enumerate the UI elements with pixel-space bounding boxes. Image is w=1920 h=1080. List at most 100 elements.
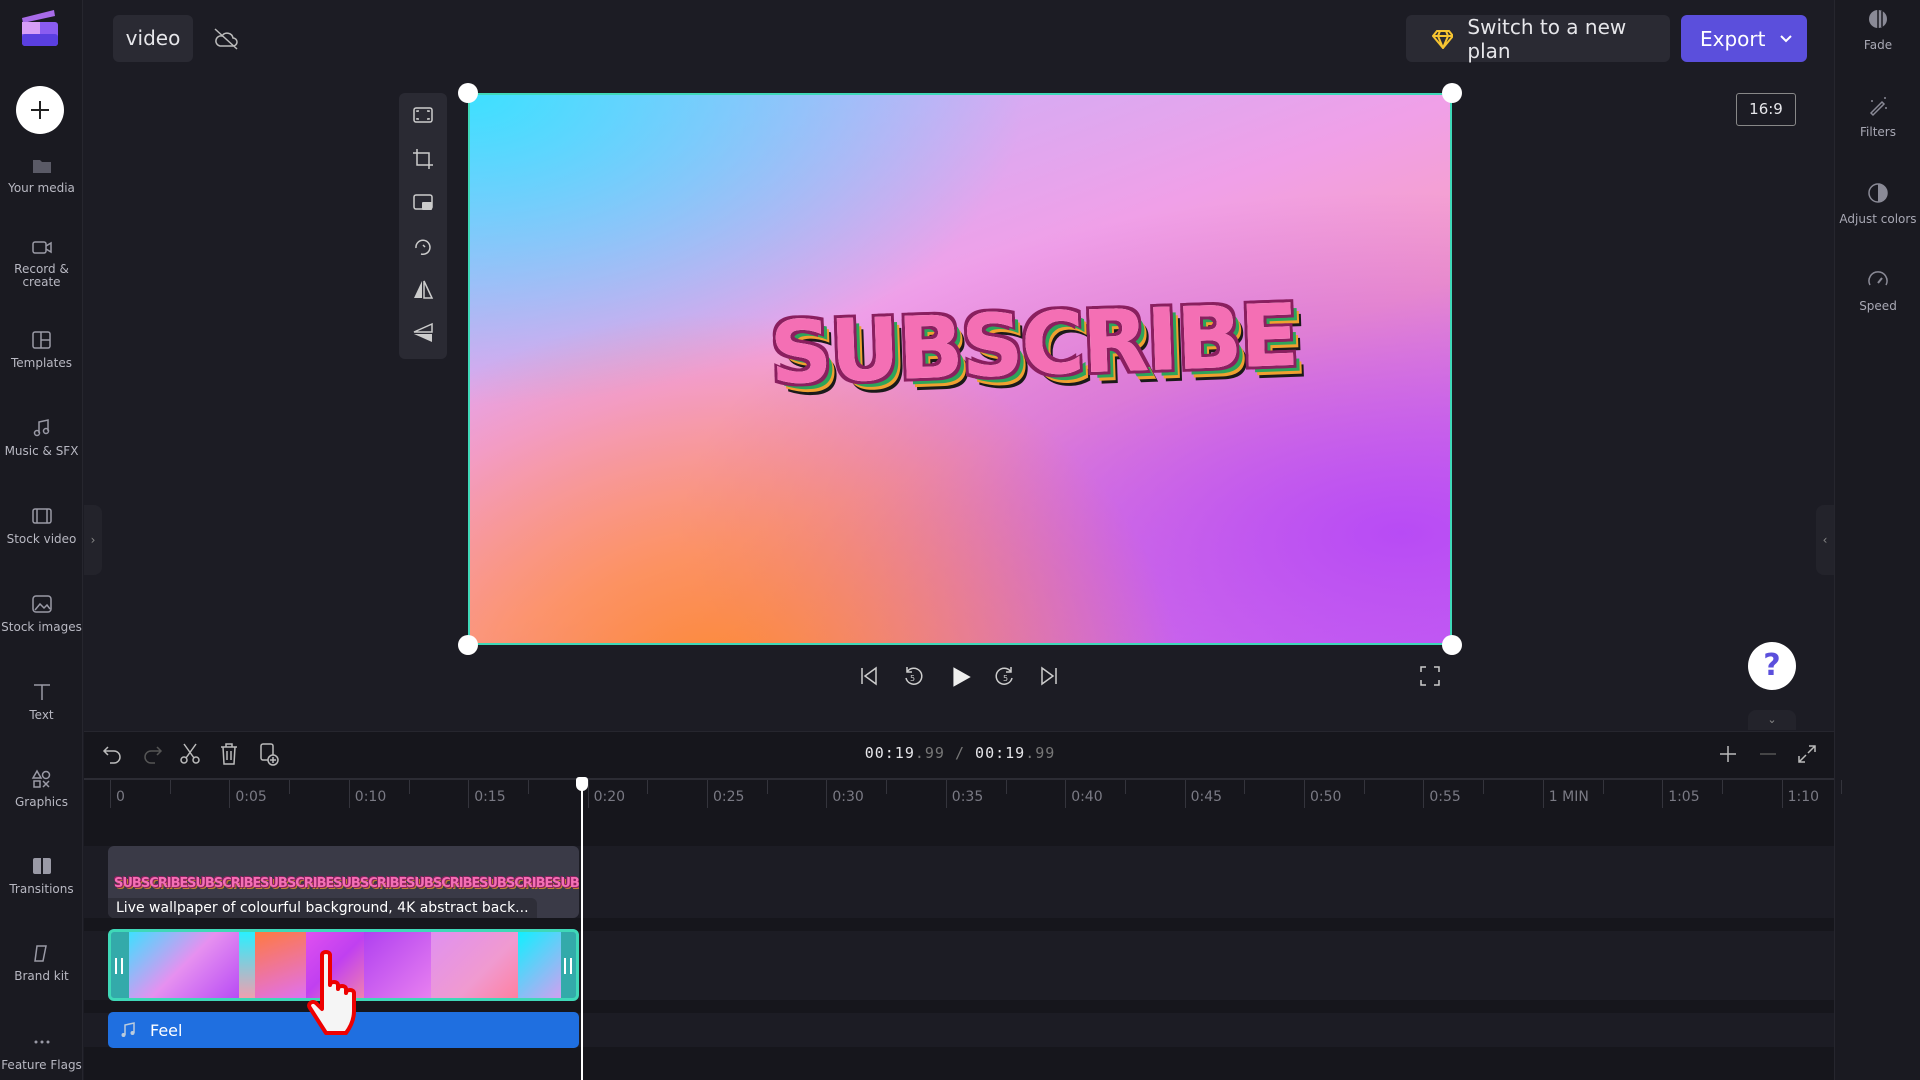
right-item-speed[interactable]: Speed [1835, 269, 1920, 313]
fade-icon [1869, 10, 1887, 28]
sidebar-item-feature-flags[interactable]: Feature Flags [0, 1032, 83, 1072]
undo-icon[interactable] [101, 742, 125, 766]
ruler-label: 0:20 [593, 789, 626, 805]
right-label: Filters [1860, 125, 1896, 139]
resize-handle-bottom-left[interactable] [458, 635, 478, 655]
export-label: Export [1700, 26, 1766, 51]
scissors-icon[interactable] [178, 742, 202, 766]
right-label: Fade [1863, 38, 1893, 52]
ruler-label: 1 MIN [1548, 789, 1589, 805]
video-preview-canvas[interactable]: SUBSCRIBE [468, 93, 1452, 645]
rotate-icon[interactable] [411, 234, 435, 258]
contrast-icon [1868, 183, 1888, 203]
sidebar-label: Record & create [14, 262, 69, 289]
project-name[interactable]: video [113, 15, 193, 62]
sticker-thumbnails: SUBSCRIBESUBSCRIBESUBSCRIBESUBSCRIBESUBS… [114, 872, 579, 891]
sidebar-label: Brand kit [14, 969, 69, 983]
sticker-thumbnail: SUBSCRIBE [260, 876, 334, 891]
ruler-tick [1423, 780, 1425, 808]
sidebar-label: Transitions [9, 882, 74, 896]
collapse-timeline-button[interactable]: ⌄ [1748, 710, 1796, 730]
sidebar-item-stock-images[interactable]: Stock images [0, 594, 83, 634]
fit-timeline-icon[interactable] [1795, 742, 1819, 766]
ruler-minor-tick [1363, 780, 1365, 794]
sidebar-item-music-sfx[interactable]: Music & SFX [0, 418, 83, 458]
forward-5-icon[interactable]: 5 [993, 664, 1017, 688]
rewind-5-icon[interactable]: 5 [901, 664, 925, 688]
sidebar-item-text[interactable]: Text [0, 682, 83, 722]
current-time: 00:19 [864, 744, 915, 762]
resize-handle-bottom-right[interactable] [1442, 635, 1462, 655]
sidebar-item-your-media[interactable]: Your media [0, 155, 83, 195]
sidebar-item-graphics[interactable]: Graphics [0, 769, 83, 809]
flip-horizontal-icon[interactable] [411, 278, 435, 302]
text-icon [33, 684, 50, 700]
sidebar-item-templates[interactable]: Templates [0, 330, 83, 370]
templates-icon [31, 331, 51, 349]
sidebar-label: Music & SFX [4, 444, 79, 458]
brand-icon [33, 945, 47, 962]
trim-handle-right[interactable] [564, 958, 572, 974]
sticker-thumbnail: SUBSCRIBE [552, 876, 579, 891]
right-item-filters[interactable]: Filters [1835, 95, 1920, 139]
sticker-thumbnail: SUBSCRIBE [333, 876, 407, 891]
sticker-thumbnail: SUBSCRIBE [406, 876, 480, 891]
trim-handle-left[interactable] [115, 958, 123, 974]
diamond-icon [1432, 29, 1454, 49]
ruler-label: 0 [116, 789, 125, 805]
ruler-minor-tick [1721, 780, 1723, 794]
clip-title: Live wallpaper of colourful background, … [108, 898, 537, 918]
sidebar-label: Your media [8, 181, 75, 195]
skip-forward-icon[interactable] [1037, 664, 1061, 688]
ruler-label: 1:10 [1787, 789, 1820, 805]
hand-cursor-icon [307, 950, 356, 1035]
aspect-ratio-button[interactable]: 16:9 [1736, 93, 1796, 126]
resize-handle-top-left[interactable] [458, 83, 478, 103]
play-icon[interactable] [948, 664, 974, 690]
resize-handle-top-right[interactable] [1442, 83, 1462, 103]
right-item-adjust-colors[interactable]: Adjust colors [1835, 182, 1920, 226]
duplicate-icon[interactable] [257, 742, 281, 766]
clipchamp-logo [22, 10, 58, 46]
playhead[interactable] [581, 780, 583, 1080]
fullscreen-icon[interactable] [1418, 664, 1442, 688]
flip-vertical-icon[interactable] [411, 321, 435, 345]
export-button[interactable]: Export [1681, 15, 1807, 62]
ruler-tick [1184, 780, 1186, 808]
sidebar-item-brand-kit[interactable]: Brand kit [0, 943, 83, 983]
magic-wand-icon [1869, 97, 1887, 117]
ruler-label: 0:30 [832, 789, 864, 805]
expand-right-panel-button[interactable]: ‹ [1816, 505, 1834, 575]
ruler-label: 0:05 [235, 789, 267, 805]
sidebar-item-record-create[interactable]: Record & create [0, 237, 83, 289]
fit-icon[interactable] [411, 103, 435, 127]
sticker-clip[interactable]: SUBSCRIBESUBSCRIBESUBSCRIBESUBSCRIBESUBS… [108, 846, 579, 918]
redo-icon[interactable] [140, 742, 164, 766]
ruler-tick [110, 780, 111, 808]
playhead-handle[interactable] [576, 777, 588, 791]
skip-back-icon[interactable] [857, 664, 881, 688]
crop-icon[interactable] [411, 147, 435, 171]
shapes-icon [31, 769, 50, 788]
music-note-icon [121, 1022, 135, 1037]
sidebar-item-transitions[interactable]: Transitions [0, 856, 83, 896]
expand-left-panel-button[interactable]: › [84, 505, 102, 575]
zoom-in-icon[interactable] [1716, 742, 1740, 766]
ruler-tick [945, 780, 947, 808]
ruler-tick [1662, 780, 1664, 808]
delete-icon[interactable] [217, 742, 241, 766]
add-button[interactable] [16, 86, 64, 134]
upgrade-plan-button[interactable]: Switch to a new plan [1406, 15, 1670, 63]
ruler-tick [707, 780, 708, 808]
right-label: Adjust colors [1839, 212, 1917, 226]
help-button[interactable]: ? [1748, 642, 1796, 690]
subscribe-sticker[interactable]: SUBSCRIBE [768, 286, 1298, 404]
camera-icon [31, 241, 52, 254]
sidebar-item-stock-video[interactable]: Stock video [0, 506, 83, 546]
picture-in-picture-icon[interactable] [411, 191, 435, 215]
right-item-fade[interactable]: Fade [1835, 8, 1920, 52]
zoom-out-icon[interactable] [1756, 742, 1780, 766]
right-panel: Fade Filters Adjust colors Speed [1834, 0, 1920, 1080]
ruler-label: 0:40 [1071, 789, 1103, 805]
sidebar-label: Stock images [1, 620, 82, 634]
